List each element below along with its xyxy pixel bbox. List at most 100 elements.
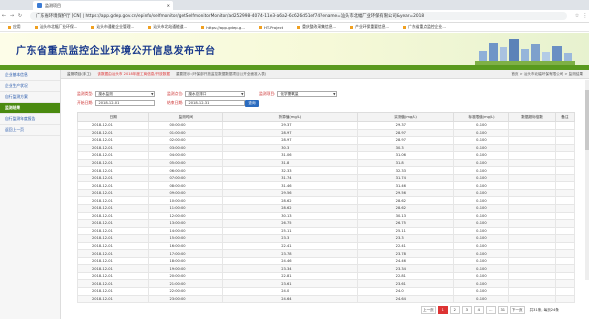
table-cell: 29.56 [222,188,358,198]
sidebar-item[interactable]: 返回上一页 [0,125,60,136]
end-date-input[interactable]: 2018-12-31 [185,100,246,106]
table-cell: 28.97 [356,128,455,138]
table-row: 2018-12-01 05:00:00 31.8 31.8 0-100 [76,158,576,168]
page-button[interactable]: 4 [473,306,484,314]
page-button[interactable]: 2 [449,306,460,314]
column-header[interactable]: 标准限值(mg/L) [453,112,510,122]
bookmark-icon [201,25,205,29]
back-icon[interactable]: ← [0,13,8,19]
sidebar: 企业基本信息 企业生产状况 自行监测方案 监测结果 自行监测年度报告 返回上一页 [0,70,61,319]
next-page-button[interactable]: 下一页 [509,306,525,314]
table-cell: 29.56 [356,188,455,198]
column-header[interactable]: 数据超标倍数 [508,112,556,122]
table-row: 2018-12-01 07:00:00 31.74 31.74 0-100 [76,173,576,183]
item-value: 化学需氧量 [280,91,299,96]
monitor-item-select[interactable]: 化学需氧量 ▼ [277,91,338,97]
table-cell: 2018-12-01 [76,128,150,138]
chevron-down-icon: ▼ [333,92,336,96]
table-cell: 23.78 [222,249,358,258]
prev-page-button[interactable]: 上一页 [421,306,436,314]
table-cell: 31.06 [356,151,455,160]
address-bar-row: ← → ↻ 广东省环境保护厅 [CN] | https://app.gdep.g… [0,10,589,23]
sidebar-item[interactable]: 监测结果 [0,103,60,114]
sidebar-item[interactable]: 企业生产状况 [0,81,60,92]
page-button[interactable]: 1 [437,306,448,314]
table-cell: 2018-12-01 [76,219,150,228]
page-button[interactable]: ... [485,306,496,314]
table-cell: 28.62 [222,204,358,213]
table-cell: 16:00:00 [148,241,224,251]
item-label: 监测项目: [259,91,276,96]
table-cell: 30.3 [356,143,455,153]
tab-close-icon[interactable]: ✕ [167,3,170,8]
url-field[interactable]: 广东省环境保护厅 [CN] | https://app.gdep.gov.cn/… [30,12,567,20]
column-header[interactable]: 监测时间 [148,112,224,122]
star-icon[interactable]: ☆ [573,13,581,19]
table-cell: 0-100 [453,256,510,266]
table-cell [554,264,576,273]
scrollbar-thumb[interactable] [585,90,589,150]
start-date-input[interactable]: 2018-12-01 [95,100,156,106]
crumb-home-path[interactable]: 首页 > 汕头市北幅环保有限公司 > 监测结果 [511,72,583,77]
table-cell [554,128,576,138]
menu-icon[interactable]: ⋮ [581,13,589,19]
table-cell: 2018-12-01 [76,136,150,145]
sidebar-item[interactable]: 自行监测年度报告 [0,114,60,125]
monitor-type-select[interactable]: 废水监测 ▼ [95,91,156,97]
sidebar-item[interactable]: 企业基本信息 [0,70,60,81]
monitor-point-select[interactable]: 废水总排口 ▼ [185,91,246,97]
table-cell: 0-100 [453,151,510,160]
browser-tab[interactable]: 监测项目 ✕ [33,1,173,10]
bookmark-item[interactable]: 产业环保重要信息... [350,24,389,30]
column-header[interactable]: 备注 [554,112,576,122]
table-cell: 23.3 [222,234,358,243]
table-cell [508,279,556,289]
query-button[interactable]: 查询 [245,100,259,107]
table-cell: 0-100 [453,136,510,145]
page-button[interactable]: 31 [497,306,508,314]
crumb-notice[interactable]: 该数据由汕头市 2018年度工商信息/开放数据 [97,72,170,77]
table-cell: 0-100 [453,271,510,281]
table-cell: 0-100 [453,249,510,258]
page-button[interactable]: 3 [461,306,472,314]
chevron-down-icon: ▼ [151,92,154,96]
table-cell: 02:00:00 [148,136,224,145]
bookmark-item[interactable]: 汕头市通能企业管理... [91,24,134,30]
table-cell: 0-100 [453,158,510,168]
table-cell: 2018-12-01 [76,241,150,251]
table-cell: 0-100 [453,173,510,183]
table-cell: 06:00:00 [148,166,224,175]
table-cell: 2018-12-01 [76,158,150,168]
results-table: 日期 监测时间 折算值(mg/L) 实测值(mg/L) 标准限值(mg/L) 数据超标倍数… [76,112,576,304]
bookmark-item[interactable]: 应用 [8,24,21,30]
table-cell: 13:00:00 [148,219,224,228]
scrollbar[interactable] [585,80,589,280]
sidebar-item[interactable]: 自行监测方案 [0,92,60,103]
table-cell: 0-100 [453,226,510,236]
table-cell: 00:00:00 [148,121,224,130]
crumb-section[interactable]: 监测项目(手工) [67,72,91,77]
forward-icon[interactable]: → [8,13,16,19]
table-cell [508,204,556,213]
bookmark-item[interactable]: 重庆整改采集信息... [297,24,336,30]
bookmark-item[interactable]: 汕头市北幅厂业环保... [34,24,77,30]
column-header[interactable]: 折算值(mg/L) [222,112,358,122]
bookmark-item[interactable]: 广东省重点监控企业... [403,24,446,30]
crumb-tip: 重要提示:(环保部开放监控数据数据项目公开全面准入表) [175,71,267,76]
column-header[interactable]: 日期 [76,112,150,122]
bookmark-label: 应用 [13,24,21,29]
table-cell [508,264,556,273]
table-cell: 22.41 [222,241,358,251]
bookmark-item[interactable]: HT-Project [258,25,283,30]
table-cell: 24.64 [222,294,358,304]
bookmark-icon [148,25,152,29]
table-row: 2018-12-01 12:00:00 30.13 30.13 0-100 [76,211,576,221]
table-row: 2018-12-01 15:00:00 23.3 23.3 0-100 [76,234,576,243]
table-cell: 08:00:00 [148,181,224,190]
bookmark-item[interactable]: 汕头市北站通能道... [148,24,187,30]
column-header[interactable]: 实测值(mg/L) [356,112,455,122]
table-cell [554,196,576,205]
reload-icon[interactable]: ↻ [16,13,24,19]
table-cell [554,249,576,258]
bookmark-item[interactable]: https://app.gdep.g... [201,25,245,30]
